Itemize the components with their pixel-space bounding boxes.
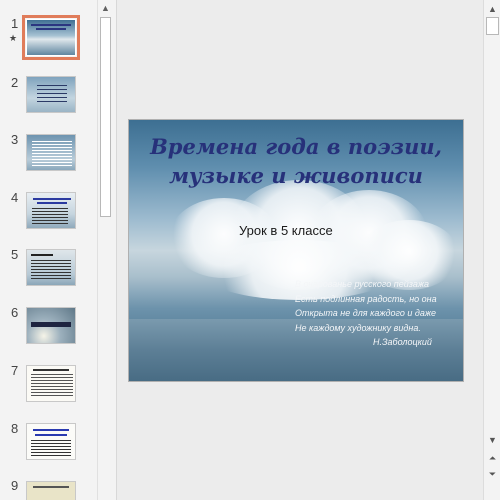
thumbnail-scrollbar[interactable]: ▲ — [97, 0, 112, 500]
slide-thumbnail-2[interactable] — [26, 76, 76, 113]
slide-thumbnail-4[interactable] — [26, 192, 76, 229]
slide-number: 8 — [11, 421, 19, 436]
slide-thumbnail-6[interactable] — [26, 307, 76, 344]
slide-thumbnail-1[interactable] — [22, 15, 80, 60]
title-line: Времена года в поэзии, — [150, 134, 442, 159]
slide-number: 5 — [11, 247, 19, 262]
slide-number: 9 — [11, 478, 19, 493]
slide-subtitle[interactable]: Урок в 5 классе — [129, 223, 463, 238]
slide-number: 4 — [11, 190, 19, 205]
slide-thumbnail-7[interactable] — [26, 365, 76, 402]
current-slide[interactable]: Времена года в поэзии, музыке и живописи… — [128, 119, 464, 382]
slide-number: 7 — [11, 363, 19, 378]
slide-thumbnail-panel: 1 ★ 2 3 4 5 6 7 8 9 — [0, 0, 97, 500]
poem-line: В очарованье русского пейзажа — [295, 279, 430, 289]
poem-line: Есть подлинная радость, но она — [295, 293, 437, 304]
scroll-up-icon[interactable]: ▲ — [101, 3, 110, 13]
scroll-up-icon[interactable]: ▲ — [486, 3, 499, 15]
poem-line: Не каждому художнику видна. — [295, 322, 421, 333]
slide-scrollbar[interactable]: ▲ ▼ ⏶ ⏷ — [483, 0, 500, 500]
poem-line: Открыта не для каждого и даже — [295, 308, 437, 318]
slide-editor: Времена года в поэзии, музыке и живописи… — [117, 0, 483, 500]
scrollbar-thumb[interactable] — [486, 17, 499, 35]
scroll-down-icon[interactable]: ▼ — [486, 434, 499, 446]
slide-number: 2 — [11, 75, 19, 90]
slide-thumbnail-5[interactable] — [26, 249, 76, 286]
next-slide-icon[interactable]: ⏷ — [486, 468, 499, 480]
poem-epigraph[interactable]: В очарованье русского пейзажа Есть подли… — [295, 277, 463, 350]
slide-number: 3 — [11, 132, 19, 147]
previous-slide-icon[interactable]: ⏶ — [486, 452, 499, 464]
slide-thumbnail-3[interactable] — [26, 134, 76, 171]
poem-author: Н.Заболоцкий — [373, 337, 432, 347]
slide-number: 1 — [11, 16, 19, 31]
slide-thumbnail-8[interactable] — [26, 423, 76, 460]
title-line: музыке и живописи — [169, 163, 423, 188]
slide-thumbnail-9[interactable] — [26, 481, 76, 500]
scrollbar-thumb[interactable] — [100, 17, 111, 217]
slide-number: 6 — [11, 305, 19, 320]
slide-title[interactable]: Времена года в поэзии, музыке и живописи — [129, 132, 463, 190]
animation-star-icon: ★ — [9, 33, 18, 43]
